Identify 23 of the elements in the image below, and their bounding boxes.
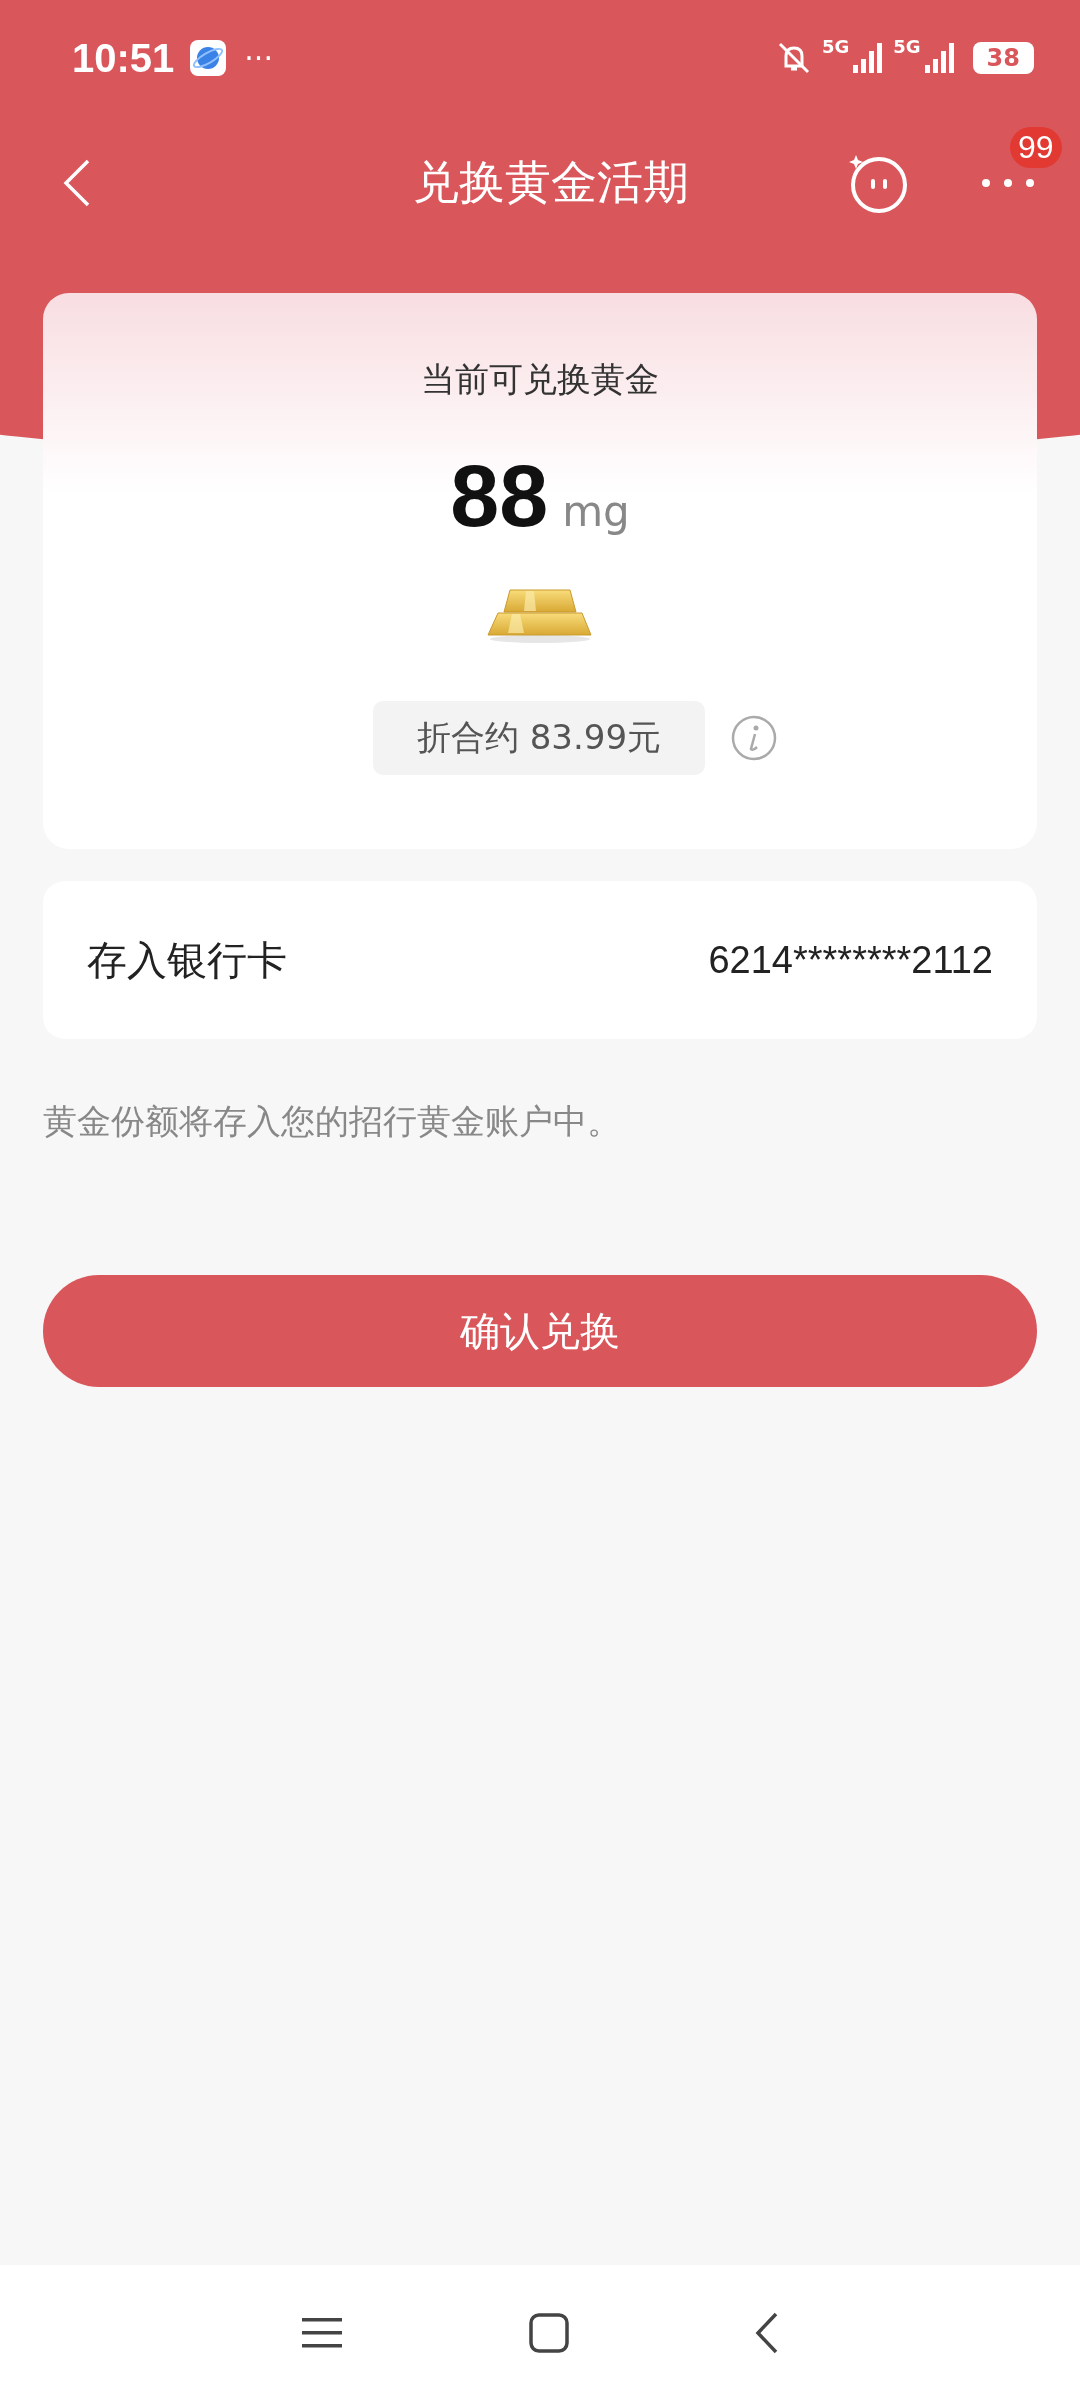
browser-app-icon xyxy=(190,40,227,76)
bullion-bars-icon xyxy=(486,587,594,645)
status-time: 10:51 xyxy=(72,35,175,81)
bank-card-row[interactable]: 存入银行卡 6214********2112 xyxy=(43,881,1037,1039)
network-label: 5G xyxy=(893,36,921,57)
menu-icon[interactable] xyxy=(301,2315,343,2350)
bank-card-number: 6214********2112 xyxy=(708,938,993,982)
more-notifications-text: ··· xyxy=(244,40,273,76)
info-icon[interactable] xyxy=(731,715,778,761)
note-text: 黄金份额将存入您的招行黄金账户中。 xyxy=(43,1100,622,1143)
back-icon[interactable] xyxy=(755,2311,779,2354)
bank-card-label: 存入银行卡 xyxy=(87,935,287,985)
page-title: 兑换黄金活期 xyxy=(413,154,689,211)
battery-indicator: 38 xyxy=(972,42,1034,74)
available-amount-label: 当前可兑换黄金 xyxy=(421,358,659,401)
signal-icon xyxy=(922,41,957,75)
confirm-button[interactable]: 确认兑换 xyxy=(43,1275,1037,1387)
home-icon[interactable] xyxy=(529,2312,569,2353)
amount-unit: mg xyxy=(562,487,630,536)
more-icon[interactable] xyxy=(980,176,1036,190)
network-label: 5G xyxy=(821,36,850,57)
amount-value: 88 xyxy=(450,445,549,547)
equivalent-value-tooltip: 折合约 83.99元 xyxy=(372,701,706,775)
